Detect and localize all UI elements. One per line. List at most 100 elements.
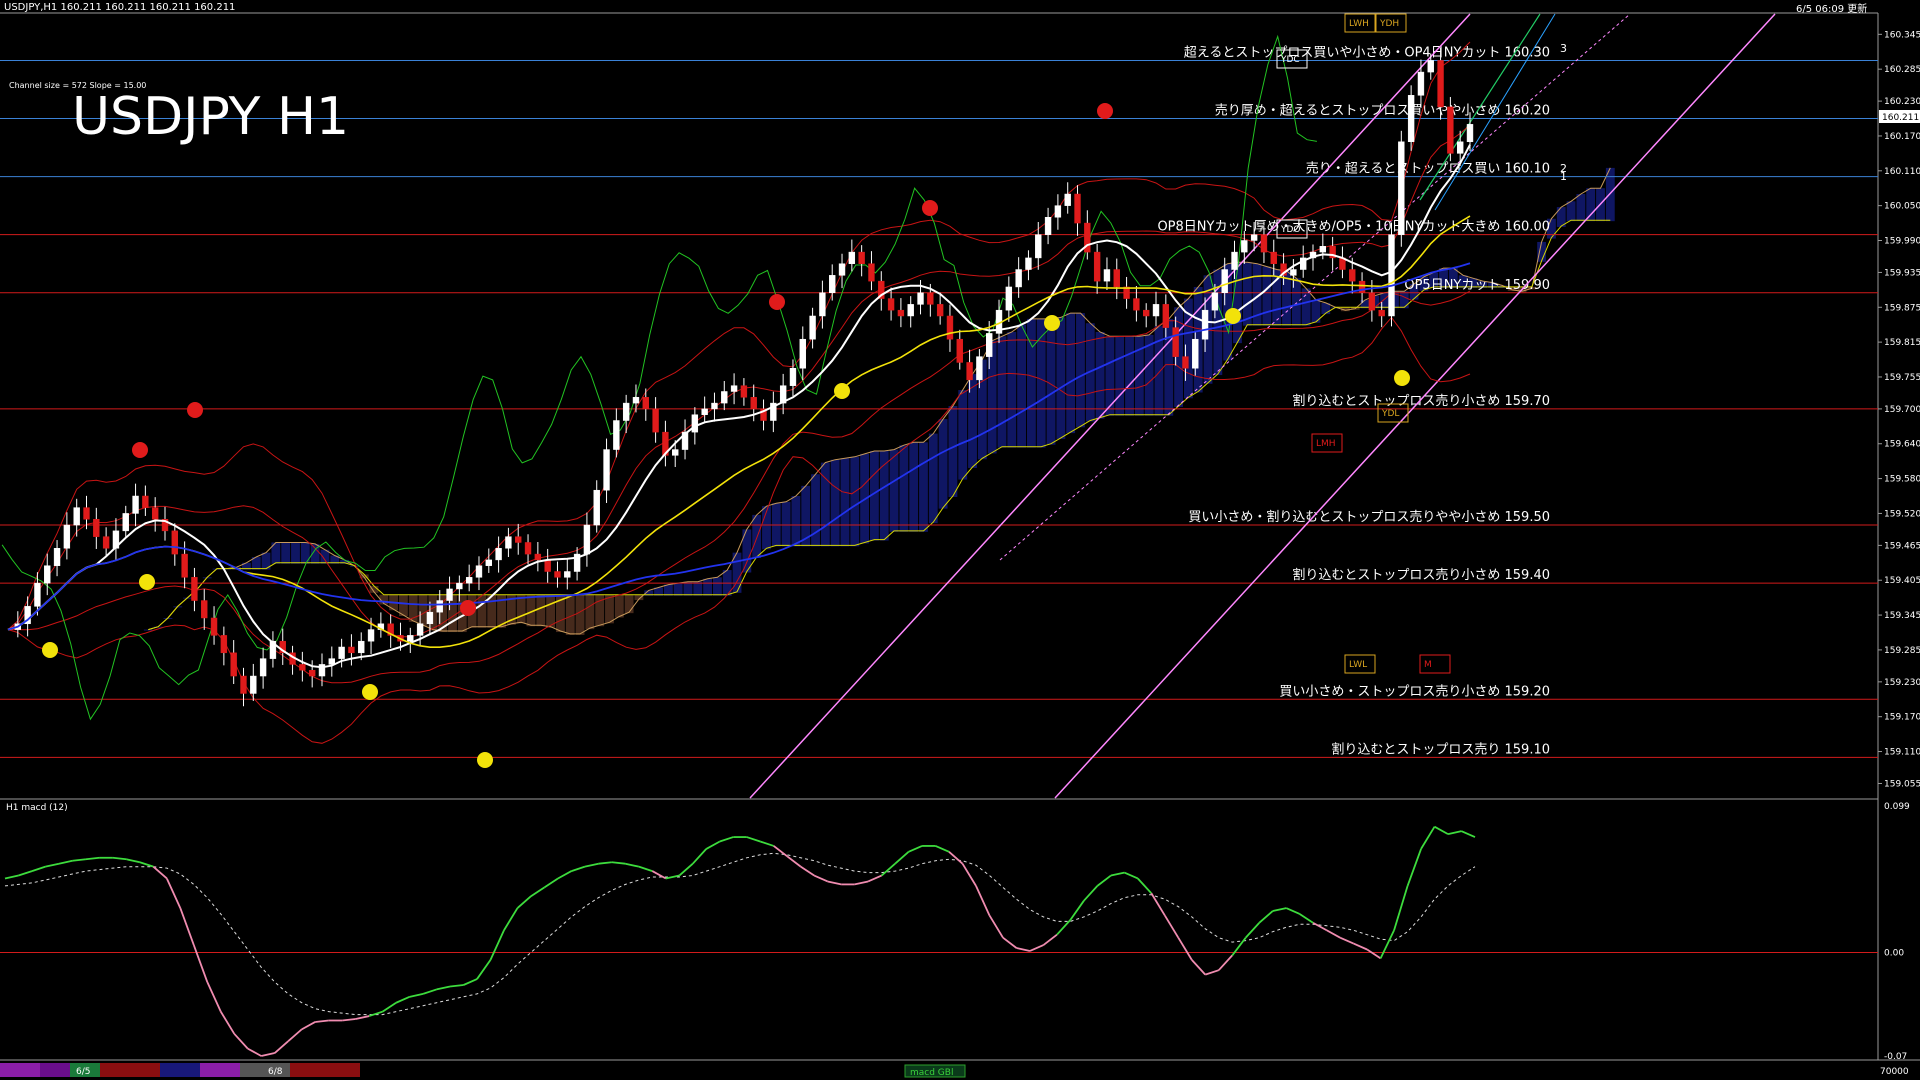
candle-body	[201, 600, 208, 619]
candle-body	[672, 449, 679, 456]
candle-body	[564, 571, 571, 578]
candle-body	[1192, 338, 1199, 369]
cloud-segment	[614, 594, 624, 618]
candle-body	[465, 577, 473, 584]
candle-body	[1349, 269, 1356, 282]
sell-signal-icon	[460, 600, 476, 616]
candle-body	[1143, 309, 1150, 317]
candle-body	[1201, 309, 1209, 340]
candle-body	[1211, 292, 1219, 311]
cloud-segment	[703, 578, 713, 596]
candle-body	[1398, 141, 1405, 235]
candle-body	[83, 507, 90, 520]
cloud-segment	[1066, 313, 1076, 434]
candle-body	[171, 530, 178, 555]
candle-body	[220, 635, 228, 654]
level-marker-label: LMH	[1316, 439, 1336, 449]
sell-signal-icon	[1097, 103, 1113, 119]
candle-body	[210, 617, 218, 636]
buy-signal-icon	[477, 752, 493, 768]
level-marker-label: 3	[1560, 42, 1567, 55]
buy-signal-icon	[42, 642, 58, 658]
cloud-segment	[291, 542, 300, 564]
buy-signal-icon	[1394, 370, 1410, 386]
candle-body	[426, 611, 434, 625]
candle-body	[897, 309, 905, 317]
level-marker-label: M	[1424, 660, 1432, 670]
candle-body	[44, 565, 51, 584]
candle-body	[53, 548, 61, 566]
cloud-segment	[1056, 317, 1066, 439]
buy-signal-icon	[1225, 308, 1241, 324]
candle-body	[642, 397, 649, 410]
price-tick-label: 160.170	[1884, 132, 1920, 142]
candle-body	[1162, 304, 1170, 328]
price-tick-label: 159.700	[1884, 405, 1920, 415]
macd-tick-label: 0.00	[1884, 948, 1904, 958]
cloud-segment	[958, 390, 968, 480]
buy-signal-icon	[834, 383, 850, 399]
candle-body	[240, 675, 247, 694]
candle-body	[936, 304, 944, 317]
candle-body	[456, 582, 463, 590]
cloud-segment	[1605, 167, 1615, 222]
candle-body	[819, 292, 826, 317]
level-label: 割り込むとストップロス売り 159.10	[1331, 741, 1550, 757]
candle-body	[132, 495, 139, 514]
candle-body	[887, 298, 895, 311]
cloud-segment	[663, 584, 673, 596]
cloud-segment	[1017, 324, 1027, 448]
cloud-segment	[281, 542, 291, 564]
price-tick-label: 159.055	[1884, 779, 1920, 789]
candle-body	[485, 559, 492, 566]
candle-body	[1133, 298, 1140, 311]
chart-datetime: 6/5 06:09 更新	[1796, 2, 1867, 15]
candle-body	[63, 524, 71, 549]
cloud-segment	[1301, 288, 1311, 326]
cloud-segment	[1399, 291, 1409, 309]
cloud-segment	[712, 577, 722, 596]
candle-body	[308, 669, 316, 677]
price-chart[interactable]: 超えるとストップロス買いや小さめ・OP4日NYカット 160.30売り厚め・超え…	[0, 0, 1920, 1080]
candle-body	[789, 368, 797, 386]
bottom-right-value: 70000	[1880, 1067, 1909, 1077]
candle-body	[524, 542, 532, 555]
candle-body	[799, 338, 806, 369]
price-tick-label: 159.815	[1884, 338, 1920, 348]
candle-body	[701, 408, 708, 415]
price-tick-label: 160.345	[1884, 30, 1920, 40]
candle-body	[1113, 269, 1120, 288]
candle-body	[230, 652, 237, 677]
cloud-segment	[830, 459, 840, 547]
candle-body	[367, 629, 375, 642]
cloud-segment	[850, 456, 860, 547]
price-tick-label: 159.285	[1884, 646, 1920, 656]
candle-body	[1358, 280, 1366, 294]
candle-body	[1152, 304, 1160, 317]
macd-tick-label: -0.07	[1884, 1052, 1907, 1062]
candle-body	[299, 664, 306, 671]
candle-body	[622, 402, 630, 421]
candle-body	[1015, 269, 1022, 288]
candle-body	[1270, 251, 1277, 264]
level-label: OP8日NYカット厚め・大きめ/OP5・10日NYカット大きめ 160.00	[1157, 220, 1550, 235]
cloud-segment	[477, 594, 487, 628]
candle-body	[544, 559, 551, 572]
date-label-2: 6/8	[268, 1067, 283, 1077]
candle-body	[1466, 124, 1474, 143]
price-tick-label: 159.875	[1884, 303, 1920, 313]
chart-title: USDJPY H1	[72, 87, 349, 147]
candle-body	[1456, 141, 1464, 154]
cloud-segment	[1566, 201, 1576, 222]
cloud-segment	[938, 419, 948, 509]
level-label: 買い小さめ・割り込むとストップロス売りやや小さめ 159.50	[1188, 509, 1550, 525]
candle-body	[1054, 205, 1062, 218]
candle-body	[102, 536, 110, 549]
candle-body	[436, 600, 443, 613]
candle-body	[1044, 217, 1052, 235]
price-tick-label: 159.755	[1884, 373, 1920, 383]
candle-body	[505, 536, 512, 549]
candle-body	[927, 292, 934, 305]
current-price-label: 160.211	[1882, 113, 1919, 123]
cloud-segment	[1115, 336, 1125, 416]
